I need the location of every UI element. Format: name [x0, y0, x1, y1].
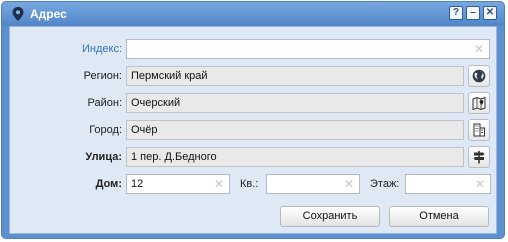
clear-icon[interactable]: ✕ — [344, 177, 354, 191]
city-value: Очёр — [131, 124, 158, 136]
address-dialog: Адрес ? – ✕ Индекс: ✕ Регион: Пермский к… — [1, 1, 505, 239]
floor-label: Этаж: — [370, 178, 400, 190]
street-select-button[interactable] — [468, 146, 490, 168]
index-label: Индекс: — [81, 43, 122, 55]
title-bar[interactable]: Адрес ? – ✕ — [2, 2, 504, 26]
street-label: Улица: — [85, 151, 122, 163]
house-label: Дом: — [95, 178, 122, 190]
building-icon — [473, 123, 485, 137]
cancel-button[interactable]: Отмена — [389, 206, 489, 227]
dialog-title: Адрес — [30, 7, 67, 21]
region-label: Регион: — [83, 70, 122, 82]
house-field[interactable]: 12 ✕ — [126, 174, 230, 194]
city-select-button[interactable] — [468, 119, 490, 141]
district-value: Очерский — [131, 97, 181, 109]
apartment-label: Кв.: — [240, 178, 259, 190]
region-field[interactable]: Пермский край — [126, 66, 464, 86]
index-field[interactable]: ✕ — [126, 39, 490, 59]
region-value: Пермский край — [131, 70, 208, 82]
city-field[interactable]: Очёр — [126, 120, 464, 140]
city-label: Город: — [89, 124, 122, 136]
clear-icon[interactable]: ✕ — [214, 177, 224, 191]
district-label: Район: — [87, 97, 122, 109]
clear-icon[interactable]: ✕ — [475, 177, 485, 191]
form-panel: Индекс: ✕ Регион: Пермский край Район: О… — [9, 26, 497, 234]
clear-icon[interactable]: ✕ — [474, 42, 484, 56]
floor-field[interactable]: ✕ — [405, 174, 491, 194]
house-value: 12 — [131, 178, 144, 190]
apartment-field[interactable]: ✕ — [266, 174, 360, 194]
map-icon — [472, 96, 486, 110]
globe-icon — [472, 69, 486, 83]
minimize-button[interactable]: – — [466, 6, 480, 20]
district-field[interactable]: Очерский — [126, 93, 464, 113]
street-field[interactable]: 1 пер. Д.Бедного — [126, 147, 464, 167]
district-select-button[interactable] — [468, 92, 490, 114]
region-select-button[interactable] — [468, 65, 490, 87]
signpost-icon — [473, 151, 485, 164]
street-value: 1 пер. Д.Бедного — [131, 151, 217, 163]
close-button[interactable]: ✕ — [483, 6, 497, 20]
save-button[interactable]: Сохранить — [280, 206, 380, 227]
help-button[interactable]: ? — [449, 6, 463, 20]
location-pin-icon — [12, 7, 24, 21]
